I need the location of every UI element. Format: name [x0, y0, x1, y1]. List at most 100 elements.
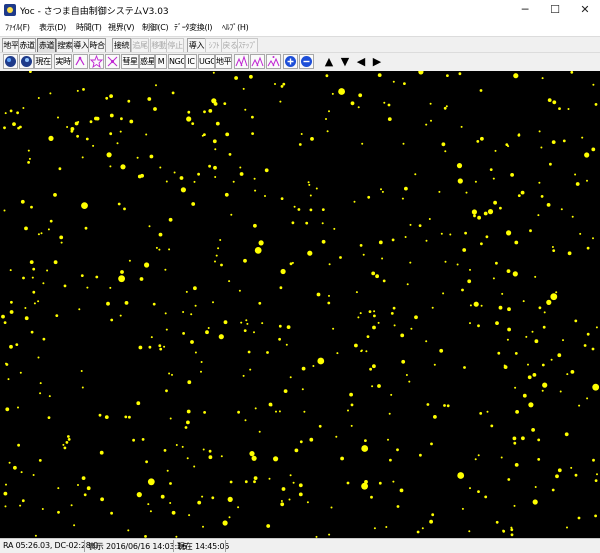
scroll-right-button[interactable]: ▶ [370, 55, 384, 69]
star [361, 482, 368, 490]
star [557, 468, 562, 473]
star [401, 359, 406, 364]
star [63, 446, 67, 450]
now-button[interactable]: 現在 [34, 54, 52, 69]
realtime-button[interactable]: 実時 [54, 54, 72, 69]
constellation-line-icon[interactable] [89, 54, 104, 69]
zoom-in-icon[interactable] [283, 54, 298, 69]
star-magnitude-icon[interactable] [234, 54, 249, 69]
star [251, 455, 257, 461]
star [288, 498, 291, 501]
ic-button[interactable]: IC [185, 54, 197, 69]
zoom-out-icon[interactable] [299, 54, 314, 69]
star [514, 463, 519, 467]
star [541, 77, 544, 80]
star [279, 100, 282, 103]
star [328, 294, 330, 297]
star-magnitude-icon[interactable] [266, 54, 281, 69]
equatorial-button[interactable]: 赤道 [18, 38, 36, 53]
ngc-button[interactable]: NGC [168, 54, 185, 69]
star [55, 314, 59, 317]
star [24, 307, 27, 309]
star [168, 217, 173, 222]
star [510, 173, 514, 177]
star [33, 302, 36, 305]
close-button[interactable]: ✕ [570, 0, 600, 20]
star [492, 177, 495, 180]
star [245, 319, 248, 322]
comet-button[interactable]: 彗星 [121, 54, 139, 69]
menu-control[interactable]: 制御(C) [142, 22, 169, 33]
minimize-button[interactable]: ─ [510, 0, 540, 20]
step-button[interactable]: ｽﾃｯﾌﾟ [237, 38, 258, 53]
menu-display[interactable]: 表示(D) [39, 22, 66, 33]
constellation-name-icon[interactable] [105, 54, 120, 69]
star [591, 147, 596, 152]
goto-target-button[interactable]: 導入 [187, 38, 206, 53]
star [59, 235, 64, 240]
star [191, 122, 195, 125]
star [506, 230, 512, 236]
star [316, 292, 321, 297]
star [507, 327, 511, 332]
menu-bar: ﾌｧｲﾙ(F) 表示(D) 時間(T) 視界(V) 制御(C) ﾃﾞｰﾀ変換(I… [0, 20, 600, 36]
star-chart-canvas[interactable] [0, 71, 600, 538]
star [120, 164, 126, 170]
time-sync-button[interactable]: 時合 [88, 38, 106, 53]
star [385, 526, 388, 528]
star [21, 499, 25, 503]
app-icon [4, 4, 16, 16]
star [19, 371, 22, 374]
star [165, 328, 168, 331]
star [446, 74, 449, 77]
menu-view[interactable]: 視界(V) [108, 22, 135, 33]
earth-icon[interactable] [3, 54, 18, 69]
star [242, 87, 245, 90]
star [540, 146, 543, 149]
star [370, 495, 373, 499]
horizon-view-button[interactable]: 地平 [215, 54, 232, 69]
connect-button[interactable]: 接続 [112, 38, 131, 53]
equatorial-active-button[interactable]: 赤道 [37, 38, 56, 53]
earth-icon[interactable] [19, 54, 34, 69]
scroll-left-button[interactable]: ◀ [354, 55, 368, 69]
messier-button[interactable]: M [155, 54, 167, 69]
ugc-button[interactable]: UGC [198, 54, 215, 69]
star [258, 240, 264, 246]
star [237, 410, 241, 414]
toolbar-view: 現在 実時 彗星 惑星 M NGC IC UGC 地平 ▲ ▼ ◀ ▶ [0, 52, 600, 72]
star [555, 291, 558, 294]
star [349, 392, 353, 397]
star [493, 200, 497, 205]
star [148, 225, 151, 228]
star [367, 195, 371, 199]
star [321, 239, 326, 244]
star [119, 314, 122, 317]
star [30, 205, 33, 209]
star [207, 327, 210, 329]
star [442, 292, 445, 295]
scroll-up-button[interactable]: ▲ [322, 55, 336, 69]
star-magnitude-icon[interactable] [250, 54, 265, 69]
scroll-down-button[interactable]: ▼ [338, 55, 352, 69]
star [53, 193, 57, 197]
planet-button[interactable]: 惑星 [139, 54, 155, 69]
star [251, 132, 255, 135]
maximize-button[interactable]: ☐ [540, 0, 570, 20]
tracking-button[interactable]: 追尾 [131, 38, 149, 53]
star [317, 357, 325, 365]
menu-help[interactable]: ﾍﾙﾌﾟ(H) [222, 22, 249, 33]
star [5, 483, 7, 486]
stop-button[interactable]: 停止 [166, 38, 184, 53]
menu-time[interactable]: 時間(T) [76, 22, 102, 33]
star [49, 92, 52, 95]
star [29, 71, 32, 73]
star [57, 487, 60, 490]
title-bar[interactable]: Yoc - さつま自由制御システムV3.03 ─ ☐ ✕ [0, 0, 600, 20]
menu-data-convert[interactable]: ﾃﾞｰﾀ変換(I) [174, 22, 213, 33]
satellite-icon[interactable] [73, 54, 88, 69]
star [163, 345, 166, 348]
menu-file[interactable]: ﾌｧｲﾙ(F) [5, 22, 30, 33]
star [522, 300, 525, 303]
star [520, 190, 525, 195]
